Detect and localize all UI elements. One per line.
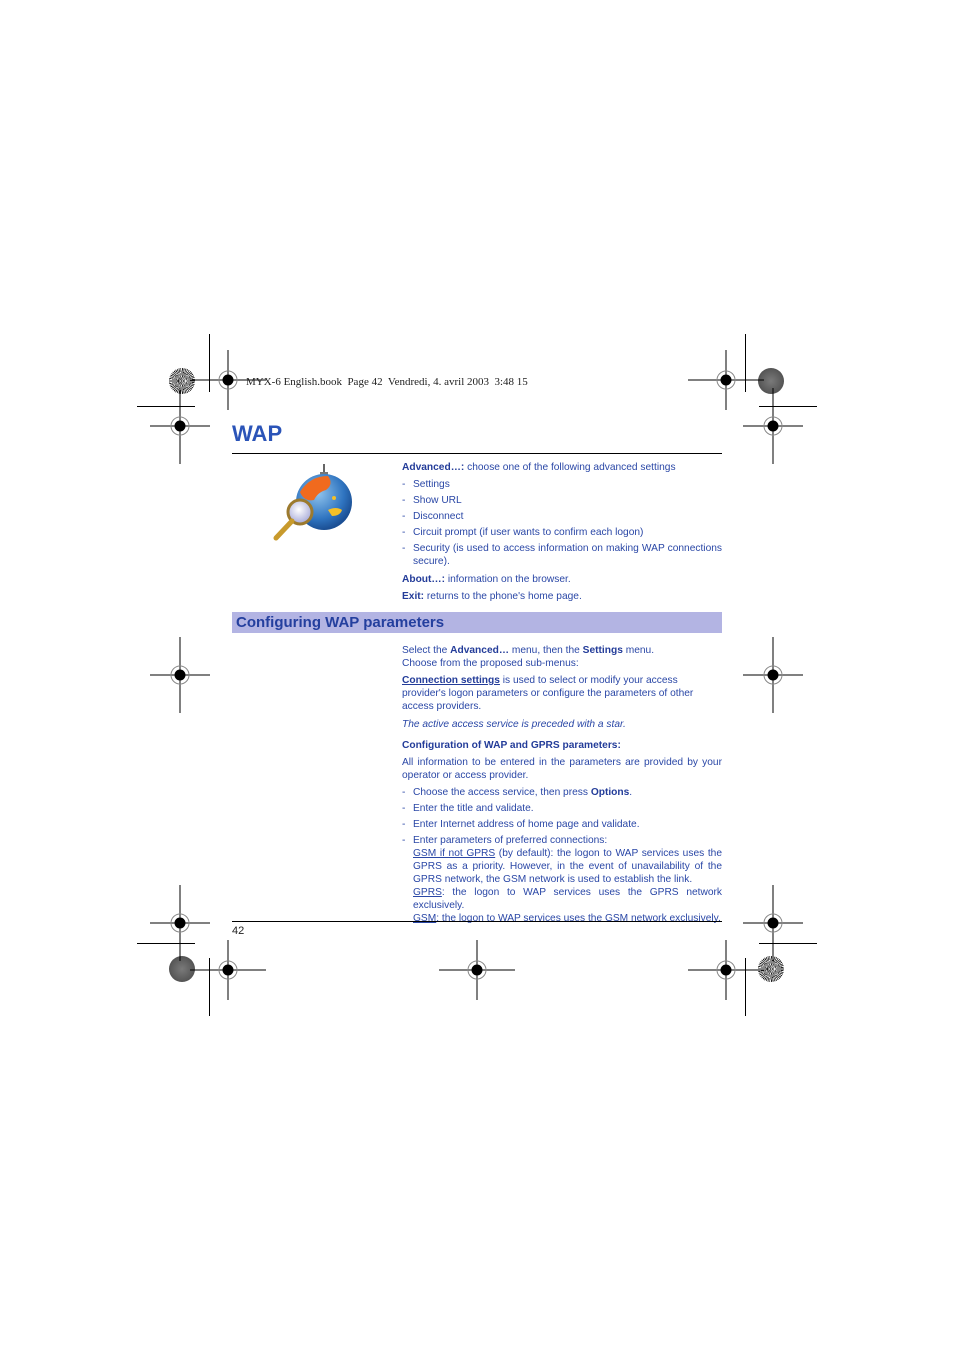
crosshair-icon <box>439 940 515 1000</box>
crosshair-icon <box>150 637 210 713</box>
globe-with-magnifier-icon <box>273 464 352 541</box>
list-item: - Enter parameters of preferred connecti… <box>402 835 722 924</box>
footer-rule <box>232 921 722 922</box>
list-item: - Choose the access service, then press O… <box>402 787 633 798</box>
note: The active access service is preceded wi… <box>402 719 626 730</box>
option-term: GSM if not GPRS <box>413 848 496 859</box>
list-item: - Disconnect <box>402 511 464 522</box>
list-item: - Enter Internet address of home page and… <box>402 819 640 830</box>
option-term: GPRS <box>413 887 442 898</box>
section-heading-bar: Configuring WAP parameters <box>232 612 722 633</box>
print-header: MYX-6 English.book Page 42 Vendredi, 4. … <box>246 376 528 388</box>
about-label: About…: <box>402 574 445 585</box>
exit-label: Exit: <box>402 591 425 602</box>
list-item: - Enter the title and validate. <box>402 803 534 814</box>
crosshair-icon <box>150 885 210 961</box>
crosshair-icon <box>190 940 266 1000</box>
crosshair-icon <box>688 940 764 1000</box>
page-number: 42 <box>232 925 245 937</box>
crosshair-icon <box>150 388 210 464</box>
option-term: GSM <box>413 913 437 924</box>
crosshair-icon <box>688 350 764 410</box>
crosshair-icon <box>743 637 803 713</box>
section-body: Select the Advanced… menu, then the Sett… <box>402 645 722 924</box>
list-item: - Circuit prompt (if user wants to confir… <box>402 527 644 538</box>
crosshair-icon <box>743 885 803 961</box>
config-heading: Configuration of WAP and GPRS parameters… <box>402 740 621 751</box>
advanced-label: Advanced…: <box>402 462 465 473</box>
page-title: WAP <box>232 421 283 446</box>
section-title: Configuring WAP parameters <box>236 614 445 631</box>
list-item: - Show URL <box>402 495 462 506</box>
list-item: - Settings <box>402 479 450 490</box>
advanced-menu-description: Advanced…: choose one of the following a… <box>402 462 722 602</box>
connection-settings-term: Connection settings <box>402 675 500 686</box>
list-item: - Security (is used to access information… <box>402 543 722 567</box>
title-rule <box>232 453 722 454</box>
crosshair-icon <box>743 388 803 464</box>
